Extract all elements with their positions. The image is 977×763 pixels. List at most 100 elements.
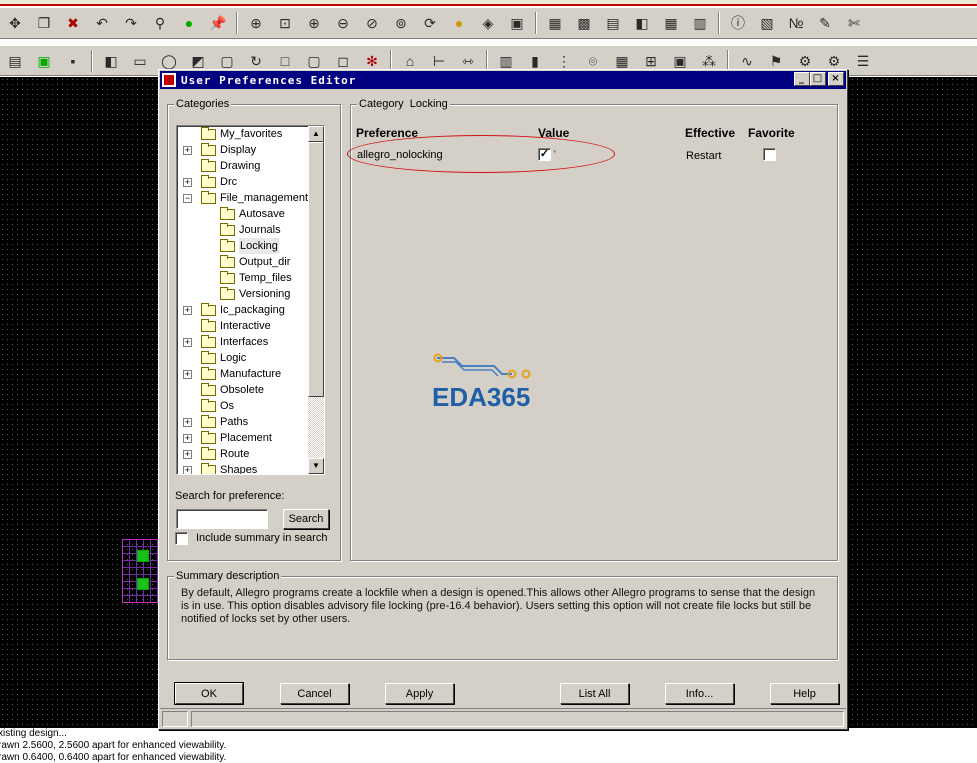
gray-board-icon[interactable]: ▪: [60, 49, 86, 73]
close-button[interactable]: ×: [828, 72, 844, 86]
tree-item-drc[interactable]: + Drc: [177, 174, 324, 190]
tree-item-label: Route: [220, 448, 250, 460]
tree-scrollbar[interactable]: ▲ ▼: [308, 126, 324, 474]
number-icon[interactable]: №: [783, 11, 809, 35]
categories-label: Categories: [174, 98, 232, 110]
dialog-titlebar[interactable]: User Preferences Editor _ □ ×: [160, 71, 846, 89]
brush-icon[interactable]: ✎: [812, 11, 838, 35]
copy-icon[interactable]: ❐: [31, 11, 57, 35]
tree-item-interfaces[interactable]: + Interfaces: [177, 334, 324, 350]
help-button[interactable]: Help: [770, 683, 839, 704]
measure-icon[interactable]: ✄: [841, 11, 867, 35]
board-icon[interactable]: ▥: [687, 11, 713, 35]
scroll-thumb[interactable]: [308, 142, 324, 397]
tree-item-logic[interactable]: Logic: [177, 350, 324, 366]
expand-icon[interactable]: +: [183, 306, 192, 315]
tree-item-file_management[interactable]: − File_management: [177, 190, 324, 206]
tree-item-label: Journals: [239, 224, 281, 236]
flip-icon[interactable]: ▣: [504, 11, 530, 35]
pushpin-icon[interactable]: 📌: [205, 11, 231, 35]
collapse-icon[interactable]: −: [183, 194, 192, 203]
layer-icon[interactable]: ▤: [2, 49, 28, 73]
rectangle-icon[interactable]: ▭: [127, 49, 153, 73]
cancel-button[interactable]: Cancel: [280, 683, 349, 704]
zoom-in-icon[interactable]: ⊕: [301, 11, 327, 35]
expand-icon[interactable]: +: [183, 466, 192, 474]
tree-item-placement[interactable]: + Placement: [177, 430, 324, 446]
green-ball-icon[interactable]: ●: [176, 11, 202, 35]
dialog-status-bar: [160, 708, 846, 728]
tree-item-interactive[interactable]: Interactive: [177, 318, 324, 334]
favorite-header: Favorite: [748, 126, 795, 140]
redraw-icon[interactable]: ⟳: [417, 11, 443, 35]
include-summary-label: Include summary in search: [196, 532, 328, 544]
tree-item-autosave[interactable]: Autosave: [177, 206, 324, 222]
expand-icon[interactable]: +: [183, 178, 192, 187]
highlight-annotation: [347, 135, 615, 173]
tree-item-versioning[interactable]: Versioning: [177, 286, 324, 302]
tree-item-os[interactable]: Os: [177, 398, 324, 414]
include-summary-checkbox[interactable]: [175, 532, 188, 545]
zoom-fit-icon[interactable]: ⊡: [272, 11, 298, 35]
folder-icon: [201, 415, 216, 428]
zoom-out-icon[interactable]: ⊖: [330, 11, 356, 35]
scroll-up-button[interactable]: ▲: [308, 126, 324, 142]
grid-icon[interactable]: ▦: [542, 11, 568, 35]
green-board-icon[interactable]: ▣: [31, 49, 57, 73]
expand-icon[interactable]: +: [183, 146, 192, 155]
search-input[interactable]: [176, 509, 268, 529]
tree-item-my_favorites[interactable]: My_favorites: [177, 126, 324, 142]
folder-icon: [220, 255, 235, 268]
maximize-button[interactable]: □: [810, 72, 826, 86]
grid-color-icon[interactable]: ▩: [571, 11, 597, 35]
tree-item-journals[interactable]: Journals: [177, 222, 324, 238]
properties-icon[interactable]: ▧: [754, 11, 780, 35]
minimize-button[interactable]: _: [794, 72, 810, 86]
tree-item-obsolete[interactable]: Obsolete: [177, 382, 324, 398]
expand-icon[interactable]: +: [183, 338, 192, 347]
zoom-window-icon[interactable]: ⊕: [243, 11, 269, 35]
tree-item-output_dir[interactable]: Output_dir: [177, 254, 324, 270]
menu-bar[interactable]: [0, 0, 977, 6]
expand-icon[interactable]: +: [183, 450, 192, 459]
tree-item-ic_packaging[interactable]: + Ic_packaging: [177, 302, 324, 318]
info-button[interactable]: Info...: [665, 683, 734, 704]
tree-item-display[interactable]: + Display: [177, 142, 324, 158]
tree-item-temp_files[interactable]: Temp_files: [177, 270, 324, 286]
matrix-icon[interactable]: ▦: [658, 11, 684, 35]
scroll-down-button[interactable]: ▼: [308, 458, 324, 474]
expand-icon[interactable]: +: [183, 434, 192, 443]
tree-item-drawing[interactable]: Drawing: [177, 158, 324, 174]
pin-icon[interactable]: ⚲: [147, 11, 173, 35]
3d-view-icon[interactable]: ◈: [475, 11, 501, 35]
expand-icon[interactable]: +: [183, 370, 192, 379]
categories-tree[interactable]: My_favorites + Display Drawing + Drc − File_man…: [176, 125, 325, 475]
ok-button[interactable]: OK: [174, 682, 244, 705]
favorite-checkbox[interactable]: [763, 148, 776, 161]
search-button[interactable]: Search: [283, 509, 329, 529]
info-icon[interactable]: ⓘ: [725, 11, 751, 35]
list-all-button[interactable]: List All: [560, 683, 629, 704]
component-icon[interactable]: ◧: [98, 49, 124, 73]
tree-item-locking[interactable]: Locking: [177, 238, 324, 254]
apply-button[interactable]: Apply: [385, 683, 454, 704]
stack-icon[interactable]: ◧: [629, 11, 655, 35]
tree-item-manufacture[interactable]: + Manufacture: [177, 366, 324, 382]
zoom-world-icon[interactable]: ⊚: [388, 11, 414, 35]
tree-item-label: Drc: [220, 176, 238, 188]
coin-icon[interactable]: ●: [446, 11, 472, 35]
tree-item-route[interactable]: + Route: [177, 446, 324, 462]
tree-item-shapes[interactable]: + Shapes: [177, 462, 324, 474]
effective-value: Restart: [686, 150, 722, 162]
move-icon[interactable]: ✥: [2, 11, 28, 35]
list-icon[interactable]: ☰: [850, 49, 876, 73]
expand-icon[interactable]: +: [183, 418, 192, 427]
layers-icon[interactable]: ▤: [600, 11, 626, 35]
delete-icon[interactable]: ✖: [60, 11, 86, 35]
tree-item-label: Ic_packaging: [220, 304, 285, 316]
tree-item-paths[interactable]: + Paths: [177, 414, 324, 430]
undo-icon[interactable]: ↶: [89, 11, 115, 35]
zoom-previous-icon[interactable]: ⊘: [359, 11, 385, 35]
redo-icon[interactable]: ↷: [118, 11, 144, 35]
folder-icon: [201, 383, 216, 396]
